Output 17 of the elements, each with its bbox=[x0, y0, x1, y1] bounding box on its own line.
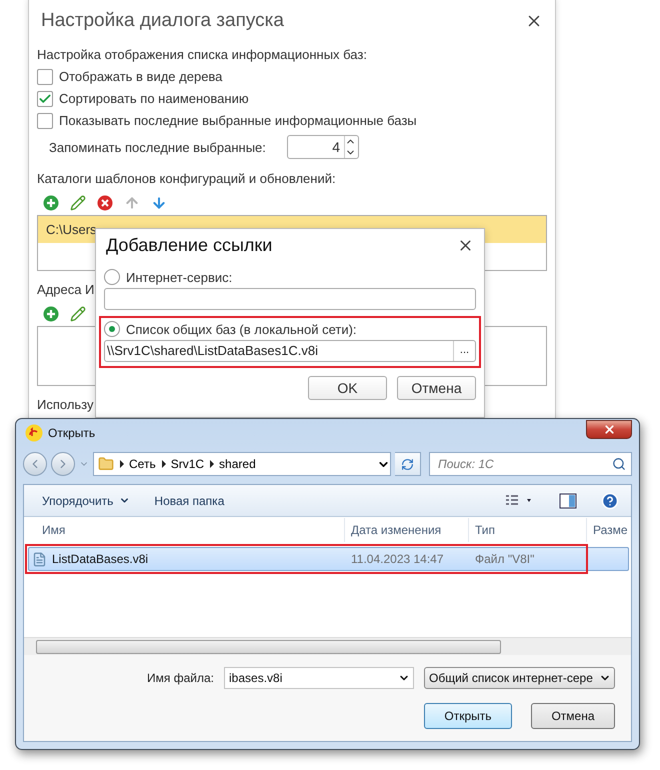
file-name: ListDataBases.v8i bbox=[52, 552, 148, 566]
window-title: Открыть bbox=[48, 426, 96, 440]
radio-label: Список общих баз (в локальной сети): bbox=[126, 322, 357, 336]
window-title: Настройка диалога запуска bbox=[41, 10, 284, 32]
file-date: 11.04.2023 14:47 bbox=[350, 552, 445, 566]
field-label: Имя файла: bbox=[147, 671, 214, 685]
dialog-title: Добавление ссылки bbox=[106, 235, 272, 256]
section-label: Адреса И bbox=[37, 281, 94, 299]
file-type: Файл "V8I" bbox=[474, 552, 536, 566]
section-label: Использу bbox=[37, 396, 94, 414]
checkbox-label: Показывать последние выбранные информационные базы bbox=[59, 112, 417, 130]
checkbox-label: Сортировать по наименованию bbox=[59, 90, 249, 108]
section-label: Настройка отображения списка информационных баз: bbox=[37, 46, 367, 64]
field-label: Запоминать последние выбранные: bbox=[49, 140, 267, 154]
section-label: Каталоги шаблонов конфигураций и обновлений: bbox=[37, 170, 336, 188]
radio-label: Интернет-сервис: bbox=[126, 270, 232, 284]
checkbox-label: Отображать в виде дерева bbox=[59, 68, 222, 86]
